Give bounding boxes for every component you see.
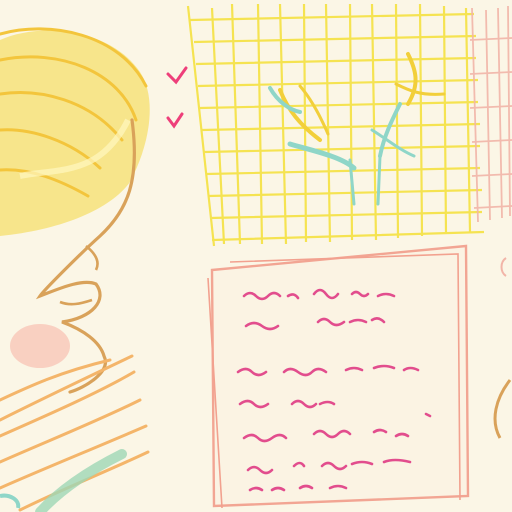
handwritten-note xyxy=(207,244,470,509)
illustration-canvas xyxy=(0,0,512,512)
illustration xyxy=(0,0,512,512)
blush xyxy=(10,324,70,368)
